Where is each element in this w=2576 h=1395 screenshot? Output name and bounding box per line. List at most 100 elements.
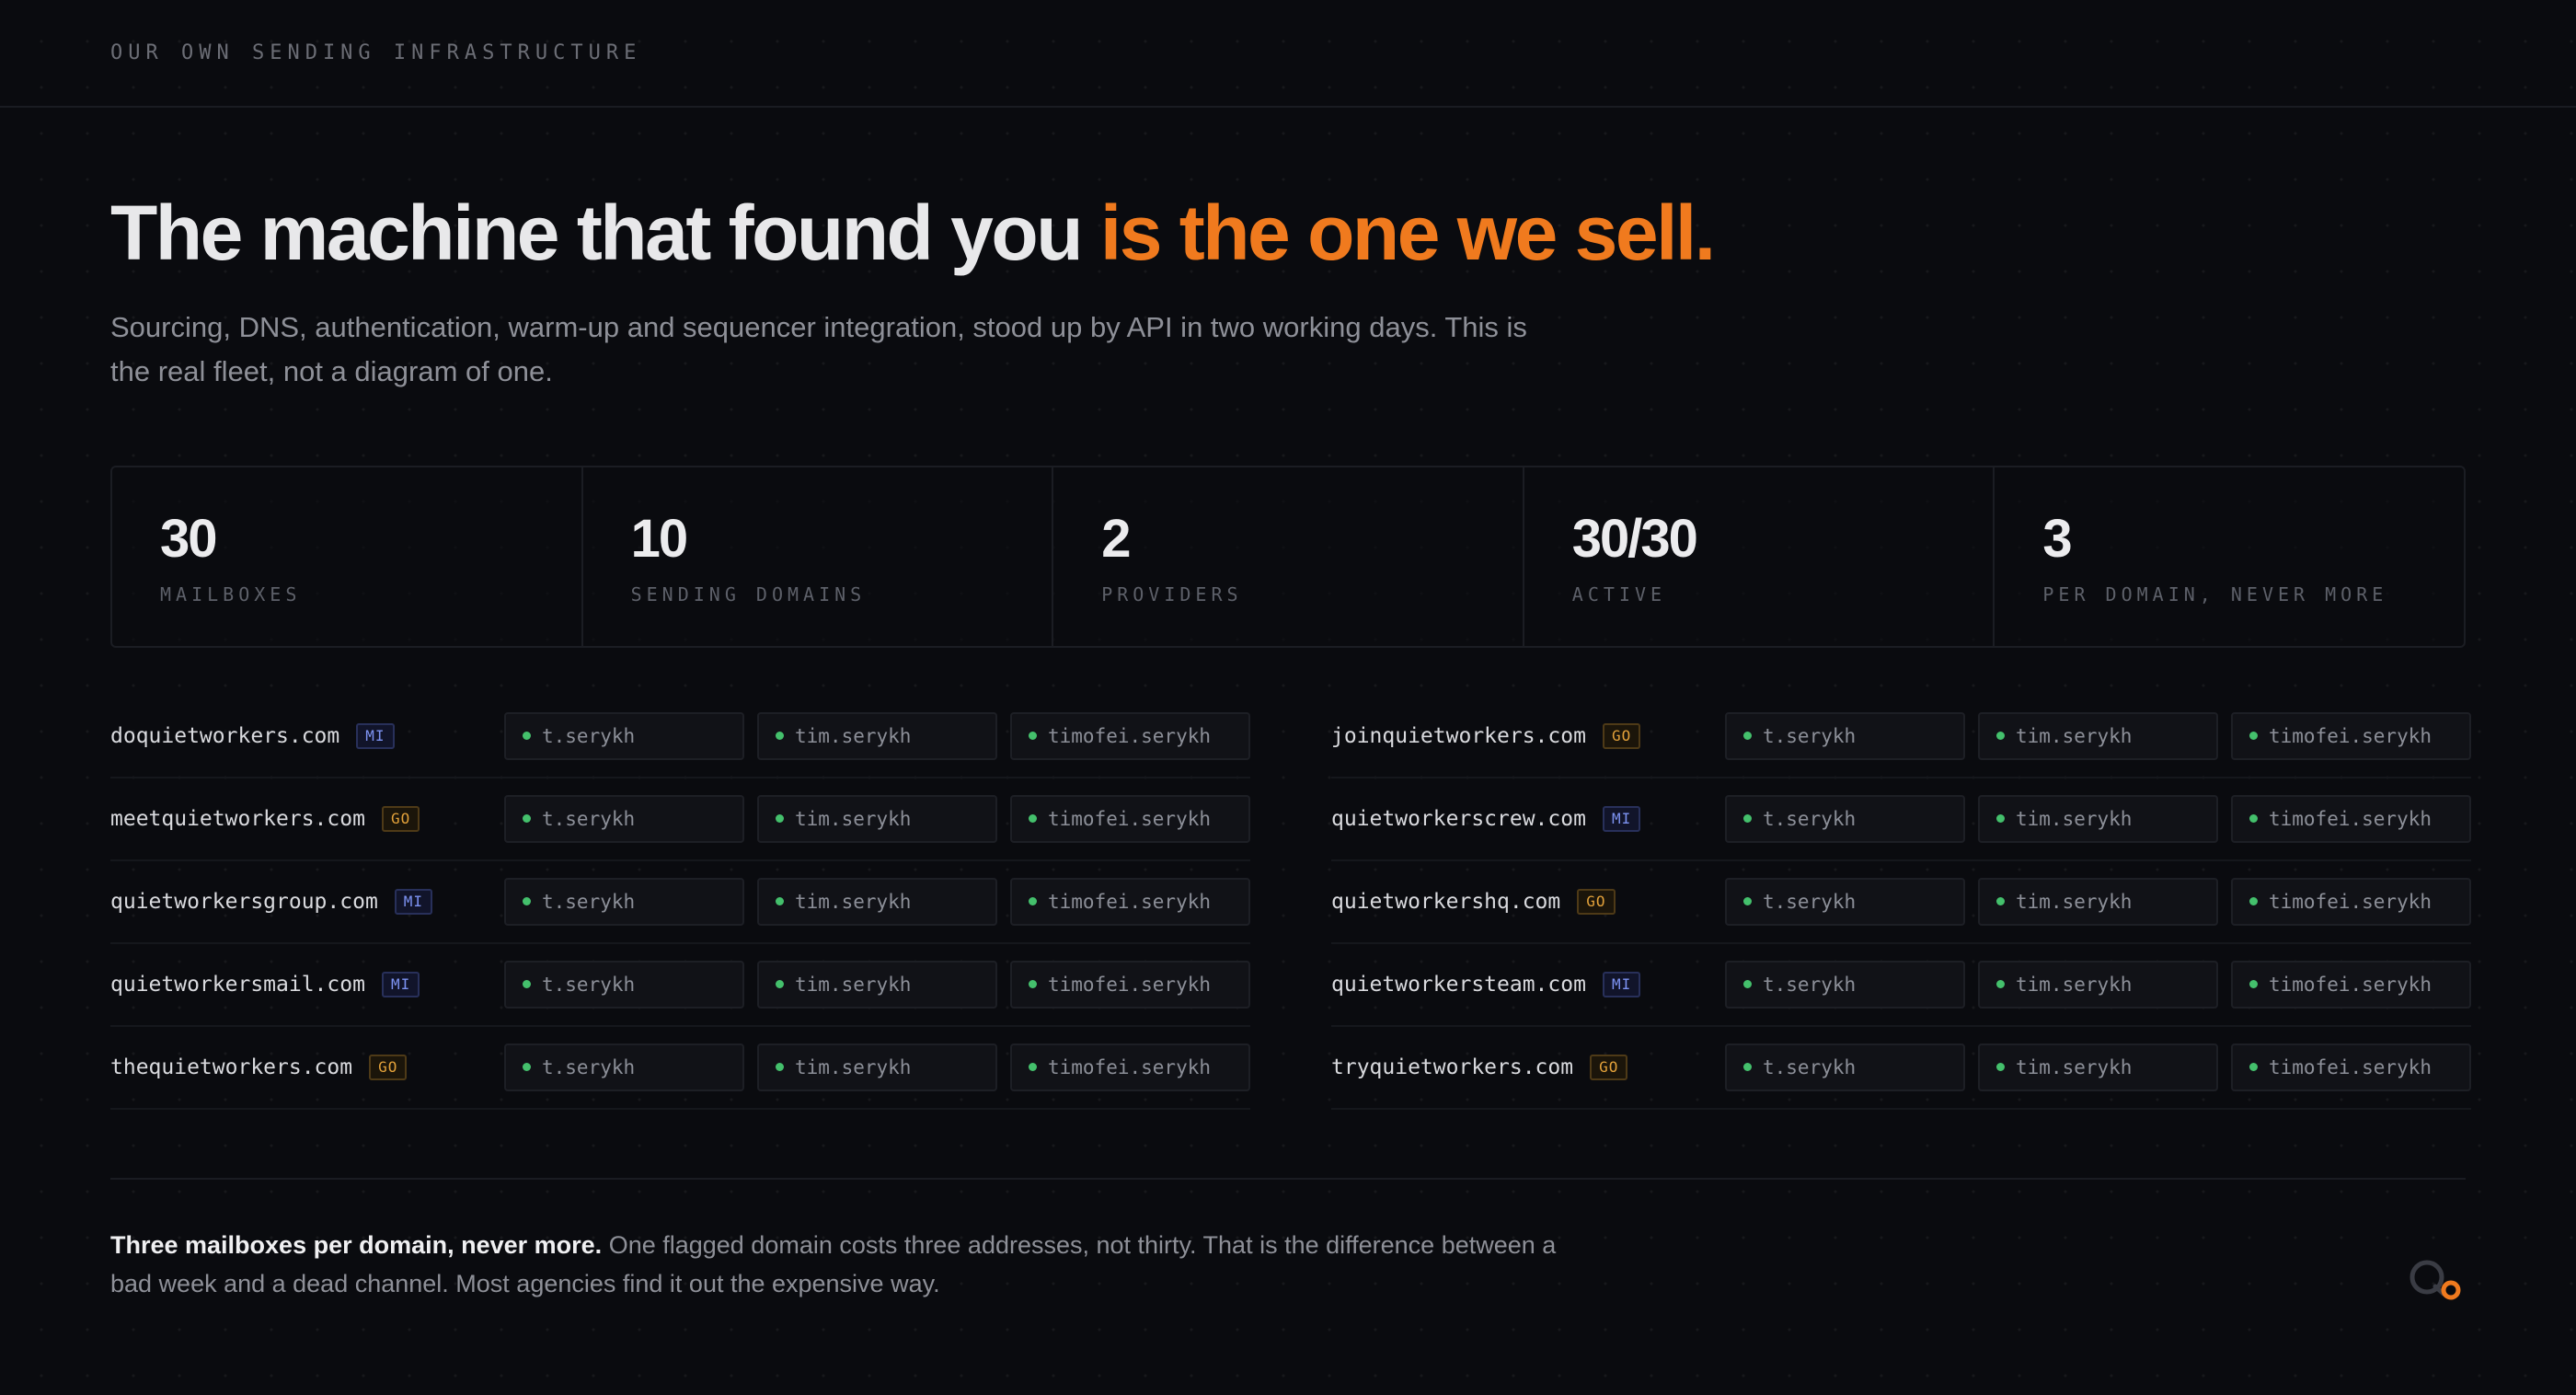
page-title-plain: The machine that found you bbox=[110, 190, 1084, 276]
mailbox-address: tim.serykh bbox=[2016, 724, 2133, 747]
domain-row: tryquietworkers.com GO t.serykh tim.serykh t… bbox=[1331, 1027, 2471, 1110]
provider-badge: MI bbox=[394, 888, 433, 915]
mailbox-chip: tim.serykh bbox=[757, 960, 997, 1009]
status-dot-icon bbox=[776, 1063, 784, 1072]
stat-label: ACTIVE bbox=[1571, 582, 1667, 605]
mailbox-chip: t.serykh bbox=[504, 711, 744, 760]
status-dot-icon bbox=[1743, 897, 1752, 906]
mailbox-address: tim.serykh bbox=[795, 890, 912, 913]
mailbox-chip: t.serykh bbox=[1725, 960, 1965, 1009]
provider-badge: GO bbox=[1577, 888, 1616, 915]
mailbox-chip: tim.serykh bbox=[757, 794, 997, 843]
domain-column-left: doquietworkers.com MI t.serykh tim.serykh ti… bbox=[110, 696, 1250, 1110]
mailbox-chip: tim.serykh bbox=[757, 877, 997, 926]
mailbox-address: t.serykh bbox=[542, 890, 636, 913]
page-title: The machine that found you is the one we… bbox=[110, 189, 2466, 278]
mailbox-address: timofei.serykh bbox=[1048, 807, 1212, 830]
domain-cell: quietworkershq.com GO bbox=[1331, 888, 1725, 915]
mailbox-address: tim.serykh bbox=[2016, 973, 2133, 996]
status-dot-icon bbox=[1743, 814, 1752, 824]
stat-value: 30 bbox=[160, 508, 218, 569]
status-dot-icon bbox=[776, 814, 784, 824]
status-dot-icon bbox=[1996, 732, 2005, 741]
provider-badge: GO bbox=[381, 805, 420, 832]
status-dot-icon bbox=[523, 980, 531, 989]
mailbox-address: timofei.serykh bbox=[1048, 973, 1212, 996]
top-bar: OUR OWN SENDING INFRASTRUCTURE bbox=[0, 0, 2576, 108]
domain-cell: doquietworkers.com MI bbox=[110, 722, 504, 749]
status-dot-icon bbox=[1029, 814, 1037, 824]
domain-cell: quietworkersmail.com MI bbox=[110, 971, 504, 997]
mailbox-chip: tim.serykh bbox=[1978, 794, 2218, 843]
domain-name: doquietworkers.com bbox=[110, 723, 340, 748]
mailbox-chip: t.serykh bbox=[504, 960, 744, 1009]
stat-value: 3 bbox=[2042, 508, 2072, 569]
status-dot-icon bbox=[523, 732, 531, 741]
status-dot-icon bbox=[1996, 980, 2005, 989]
mailbox-address: t.serykh bbox=[1763, 807, 1857, 830]
mailbox-address: t.serykh bbox=[542, 973, 636, 996]
mailbox-address: t.serykh bbox=[1763, 724, 1857, 747]
status-dot-icon bbox=[1996, 897, 2005, 906]
mailbox-address: timofei.serykh bbox=[2269, 1055, 2432, 1078]
status-dot-icon bbox=[523, 1063, 531, 1072]
main-content: The machine that found you is the one we… bbox=[0, 189, 2576, 1303]
status-dot-icon bbox=[1743, 732, 1752, 741]
status-dot-icon bbox=[1029, 732, 1037, 741]
domain-name: quietworkershq.com bbox=[1331, 889, 1561, 914]
status-dot-icon bbox=[1029, 1063, 1037, 1072]
stat-label: PER DOMAIN, NEVER MORE bbox=[2042, 582, 2388, 605]
mailbox-address: timofei.serykh bbox=[2269, 890, 2432, 913]
mailbox-address: timofei.serykh bbox=[2269, 807, 2432, 830]
mailbox-list: t.serykh tim.serykh timofei.serykh bbox=[504, 960, 1250, 1009]
mailbox-address: t.serykh bbox=[1763, 973, 1857, 996]
mailbox-list: t.serykh tim.serykh timofei.serykh bbox=[1725, 960, 2471, 1009]
domain-name: quietworkersgroup.com bbox=[110, 889, 378, 914]
domain-row: quietworkerscrew.com MI t.serykh tim.serykh… bbox=[1331, 778, 2471, 861]
divider bbox=[110, 1177, 2466, 1180]
domain-row: doquietworkers.com MI t.serykh tim.serykh ti… bbox=[110, 696, 1250, 778]
mailbox-chip: tim.serykh bbox=[757, 1043, 997, 1091]
domain-cell: meetquietworkers.com GO bbox=[110, 805, 504, 832]
mailbox-chip: timofei.serykh bbox=[1010, 711, 1250, 760]
mailbox-address: tim.serykh bbox=[795, 724, 912, 747]
mailbox-address: tim.serykh bbox=[2016, 807, 2133, 830]
provider-badge: MI bbox=[1602, 971, 1641, 997]
stat-mailboxes: 30 MAILBOXES bbox=[112, 467, 583, 646]
status-dot-icon bbox=[2249, 980, 2258, 989]
page-subtitle: Sourcing, DNS, authentication, warm-up a… bbox=[110, 310, 1527, 387]
domain-cell: thequietworkers.com GO bbox=[110, 1054, 504, 1080]
status-dot-icon bbox=[1029, 980, 1037, 989]
domain-name: tryquietworkers.com bbox=[1331, 1055, 1574, 1079]
provider-badge: GO bbox=[1590, 1054, 1628, 1080]
mailbox-chip: timofei.serykh bbox=[2231, 711, 2471, 760]
status-dot-icon bbox=[776, 897, 784, 906]
mailbox-address: tim.serykh bbox=[795, 807, 912, 830]
stat-label: PROVIDERS bbox=[1101, 582, 1243, 605]
domain-row: quietworkersmail.com MI t.serykh tim.serykh… bbox=[110, 944, 1250, 1027]
mailbox-address: tim.serykh bbox=[2016, 890, 2133, 913]
domain-column-right: joinquietworkers.com GO t.serykh tim.serykh… bbox=[1331, 696, 2471, 1110]
status-dot-icon bbox=[2249, 1063, 2258, 1072]
mailbox-list: t.serykh tim.serykh timofei.serykh bbox=[1725, 711, 2471, 760]
mailbox-chip: timofei.serykh bbox=[1010, 877, 1250, 926]
mailbox-list: t.serykh tim.serykh timofei.serykh bbox=[504, 711, 1250, 760]
footnote: Three mailboxes per domain, never more. … bbox=[110, 1226, 1601, 1303]
status-dot-icon bbox=[2249, 814, 2258, 824]
mailbox-list: t.serykh tim.serykh timofei.serykh bbox=[1725, 877, 2471, 926]
domain-cell: joinquietworkers.com GO bbox=[1331, 722, 1725, 749]
mailbox-chip: t.serykh bbox=[1725, 1043, 1965, 1091]
status-dot-icon bbox=[1996, 1063, 2005, 1072]
mailbox-chip: t.serykh bbox=[504, 877, 744, 926]
mailbox-list: t.serykh tim.serykh timofei.serykh bbox=[504, 1043, 1250, 1091]
mailbox-address: t.serykh bbox=[542, 724, 636, 747]
mailbox-chip: t.serykh bbox=[504, 794, 744, 843]
domain-cell: tryquietworkers.com GO bbox=[1331, 1054, 1725, 1080]
mailbox-address: timofei.serykh bbox=[2269, 973, 2432, 996]
footnote-bold: Three mailboxes per domain, never more. bbox=[110, 1230, 603, 1259]
status-dot-icon bbox=[1996, 814, 2005, 824]
mailbox-chip: t.serykh bbox=[504, 1043, 744, 1091]
stat-label: MAILBOXES bbox=[160, 582, 302, 605]
stat-active: 30/30 ACTIVE bbox=[1524, 467, 1995, 646]
provider-badge: MI bbox=[356, 722, 395, 749]
